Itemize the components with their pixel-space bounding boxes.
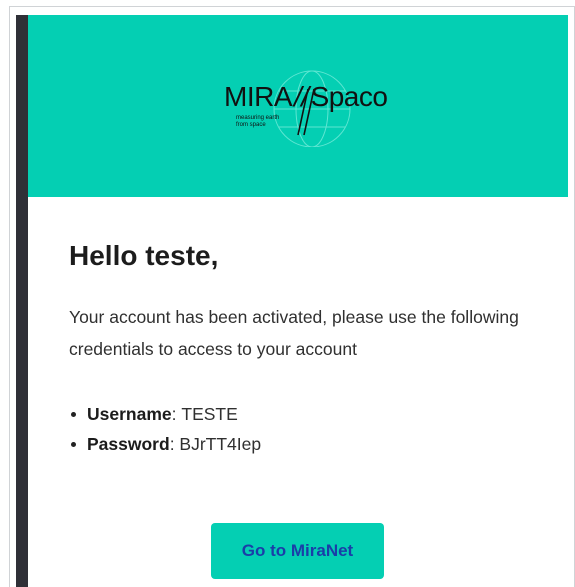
email-body: MIRA//Spaco measuring earth from space H… [16, 15, 568, 587]
logo-tagline: measuring earth from space [236, 115, 280, 128]
logo-brand: MIRA [224, 81, 293, 112]
credential-password: Password: BJrTT4Iep [69, 429, 261, 459]
email-header-banner: MIRA//Spaco measuring earth from space [28, 15, 568, 197]
miraspaco-logo: MIRA//Spaco measuring earth from space [222, 67, 392, 147]
activation-message: Your account has been activated, please … [69, 307, 519, 359]
logo-wordmark: MIRA//Spaco [224, 81, 388, 113]
credential-username: Username: TESTE [69, 399, 261, 429]
greeting-heading: Hello teste, [69, 240, 219, 271]
bullet-icon [71, 441, 76, 447]
password-value: BJrTT4Iep [179, 434, 262, 454]
username-label: Username [87, 404, 172, 424]
go-to-miranet-button[interactable]: Go to MiraNet [211, 523, 384, 579]
password-colon: : [169, 434, 180, 454]
email-content: Hello teste, Your account has been activ… [28, 197, 568, 587]
logo-separator: // [294, 81, 309, 112]
username-value: TESTE [181, 404, 238, 424]
credentials-list: Username: TESTE Password: BJrTT4Iep [69, 399, 261, 459]
bullet-icon [71, 411, 76, 417]
username-colon: : [171, 404, 182, 424]
logo-brand-suffix: Spaco [310, 81, 388, 112]
password-label: Password [87, 434, 170, 454]
